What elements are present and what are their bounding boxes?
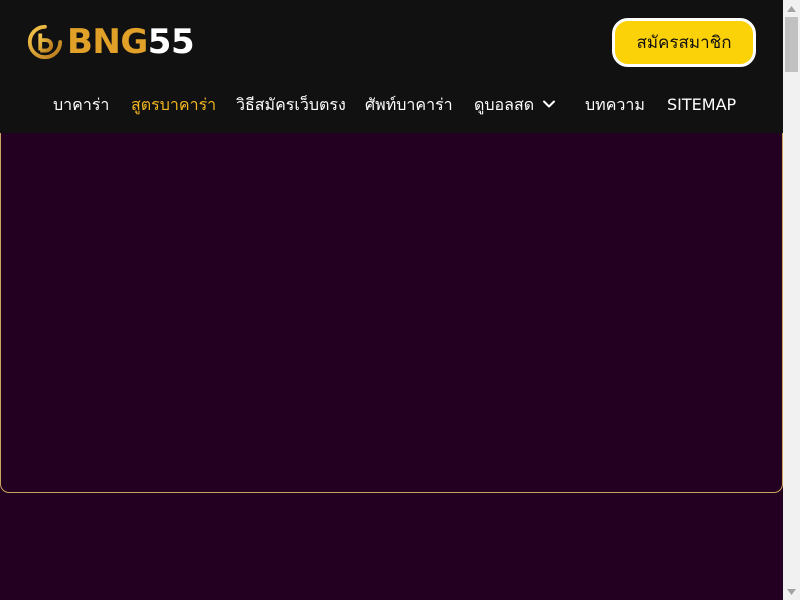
logo-text-55: 55 <box>147 22 195 62</box>
nav-item-articles[interactable]: บทความ <box>585 94 645 116</box>
content-card <box>0 133 783 493</box>
site-logo[interactable]: BNG 55 <box>26 22 195 62</box>
page: BNG 55 สมัครสมาชิก บาคาร่า สูตรบาคาร่า วิ… <box>0 0 800 600</box>
scroll-down-arrow-icon[interactable] <box>783 583 800 600</box>
chevron-down-icon[interactable] <box>541 96 557 112</box>
viewport: BNG 55 สมัครสมาชิก บาคาร่า สูตรบาคาร่า วิ… <box>0 0 783 600</box>
site-header: BNG 55 สมัครสมาชิก บาคาร่า สูตรบาคาร่า วิ… <box>0 0 783 133</box>
nav-item-live-football[interactable]: ดูบอลสด <box>474 94 534 116</box>
logo-wordmark: BNG 55 <box>67 22 195 62</box>
nav-item-baccarat-formula[interactable]: สูตรบาคาร่า <box>131 94 216 116</box>
main-nav: บาคาร่า สูตรบาคาร่า วิธีสมัครเว็บตรง ศัพ… <box>0 88 783 122</box>
nav-item-sitemap[interactable]: SITEMAP <box>667 94 736 116</box>
vertical-scrollbar[interactable] <box>783 0 800 600</box>
logo-text-bng: BNG <box>67 22 148 62</box>
signup-button[interactable]: สมัครสมาชิก <box>612 18 756 67</box>
nav-item-baccarat-terms[interactable]: ศัพท์บาคาร่า <box>365 94 453 116</box>
scrollbar-thumb[interactable] <box>785 17 798 72</box>
nav-item-how-to-register[interactable]: วิธีสมัครเว็บตรง <box>236 94 346 116</box>
b-coin-logo-icon <box>27 24 63 60</box>
scroll-up-arrow-icon[interactable] <box>783 0 800 17</box>
nav-item-baccarat[interactable]: บาคาร่า <box>53 94 109 116</box>
